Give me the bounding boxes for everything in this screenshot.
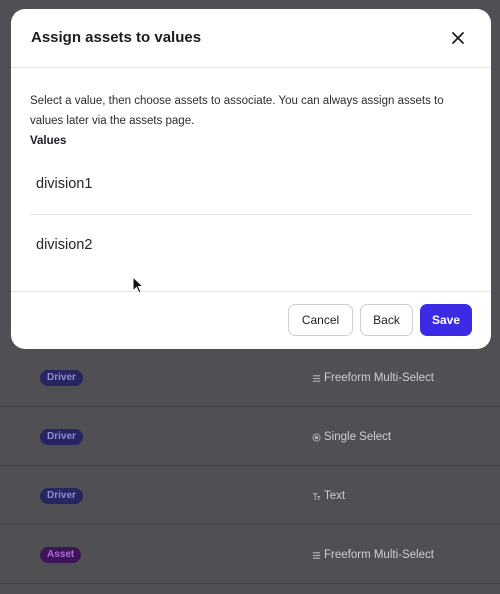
back-button[interactable]: Back	[360, 304, 413, 336]
value-item-division2[interactable]: division2	[30, 214, 472, 275]
list-icon	[311, 373, 321, 383]
close-button[interactable]	[449, 29, 467, 47]
category-badge: Asset	[40, 547, 82, 563]
field-type: Freeform Multi-Select	[311, 369, 434, 387]
modal-footer: Cancel Back Save	[11, 291, 491, 349]
assign-assets-modal: Assign assets to values Select a value, …	[11, 9, 491, 349]
text-icon	[311, 491, 321, 501]
field-type: Freeform Multi-Select	[311, 546, 434, 564]
table-row: Driver Text	[0, 467, 500, 525]
save-button[interactable]: Save	[420, 304, 472, 336]
table-row: Driver Single Select	[0, 408, 500, 466]
values-label: Values	[30, 135, 67, 147]
field-type-label: Single Select	[324, 431, 392, 443]
value-list: division1 division2	[30, 153, 472, 275]
modal-title: Assign assets to values	[31, 29, 202, 46]
field-type-label: Text	[324, 490, 346, 502]
cancel-button[interactable]: Cancel	[288, 304, 353, 336]
table-row: Asset Freeform Multi-Select	[0, 526, 500, 584]
field-type-label: Freeform Multi-Select	[324, 372, 434, 384]
category-badge: Driver	[40, 488, 83, 504]
value-item-division1[interactable]: division1	[30, 153, 472, 214]
modal-description: Select a value, then choose assets to as…	[30, 95, 444, 127]
list-icon	[311, 550, 321, 560]
table-row: Driver Freeform Multi-Select	[0, 349, 500, 407]
close-icon	[452, 32, 464, 44]
field-type: Single Select	[311, 428, 391, 446]
radio-icon	[311, 432, 321, 442]
modal-body: Select a value, then choose assets to as…	[11, 68, 491, 275]
field-type: Text	[311, 487, 345, 505]
category-badge: Driver	[40, 370, 83, 386]
modal-header: Assign assets to values	[11, 9, 491, 68]
field-type-label: Freeform Multi-Select	[324, 549, 434, 561]
category-badge: Driver	[40, 429, 83, 445]
